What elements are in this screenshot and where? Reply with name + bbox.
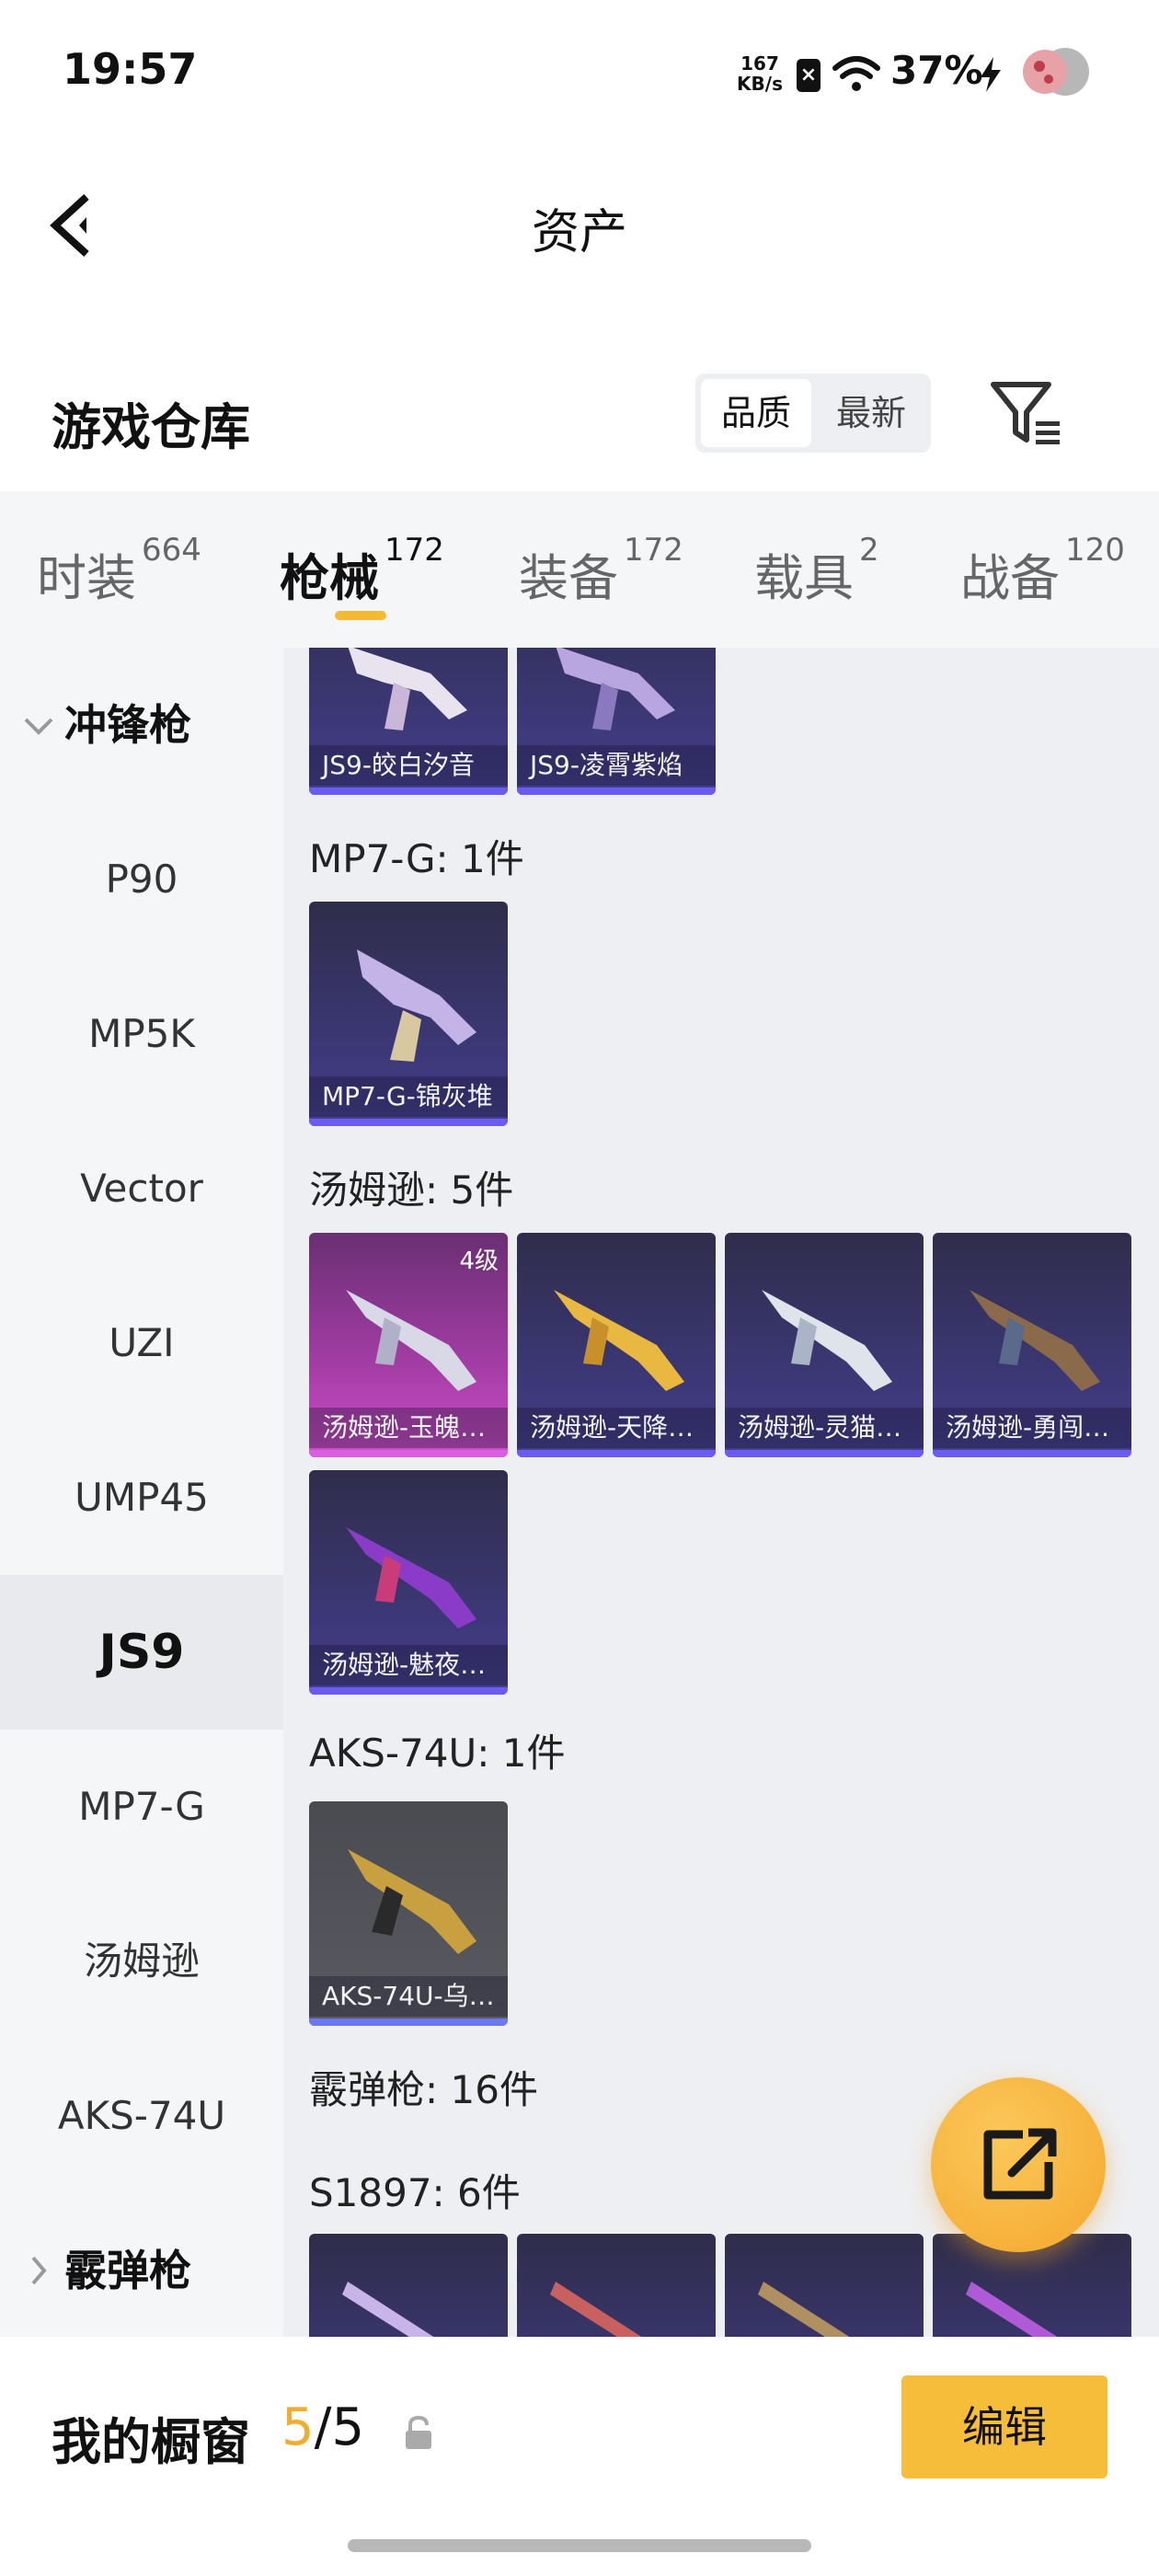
weapon-card[interactable]: MP7-G-锦灰堆 [309,902,508,1126]
tab-equipment-count: 172 [624,532,683,569]
weapon-image [762,1290,892,1391]
tab-gear-label: 战备 [960,549,1060,607]
showcase-count-separator: / [314,2398,332,2457]
weapon-image [758,2282,850,2337]
weapon-image [550,2282,642,2337]
chevron-right-icon [31,2256,47,2285]
sort-by-quality-button[interactable]: 品质 [701,379,811,447]
weapon-name: JS9-皎白汐音 [309,745,508,786]
weapon-image [346,1527,476,1628]
weapon-card[interactable]: 汤姆逊-魅夜狂花 [309,1470,508,1695]
weapon-image [970,1290,1100,1391]
weapon-card[interactable]: JS9-皎白汐音 [309,648,508,795]
weapon-card[interactable]: 汤姆逊-天降神兵 [517,1233,716,1457]
edit-button[interactable]: 编辑 [901,2375,1107,2478]
section-label-mp7g: MP7-G: 1件 [309,836,524,881]
weapon-image [348,1849,476,1954]
battery-percentage: 37% [890,48,983,93]
active-tab-indicator [335,611,386,620]
tab-equipment[interactable]: 装备 172 [519,532,683,610]
weapon-name: JS9-凌霄紫焰 [517,745,716,786]
avatar[interactable] [1019,42,1093,101]
weapon-name: MP7-G-锦灰堆 [309,1076,508,1117]
chevron-down-icon [24,718,53,735]
sidebar-item-uzi[interactable]: UZI [0,1266,283,1420]
section-label-s1897: S1897: 6件 [309,2170,521,2215]
share-button[interactable] [931,2077,1106,2252]
weapon-name: 汤姆逊-灵猫幻影 [725,1408,924,1448]
sidebar-item-vector[interactable]: Vector [0,1111,283,1266]
network-speed-value: 167 [740,52,779,75]
weapon-card[interactable] [309,2234,508,2337]
home-indicator [348,2539,811,2552]
network-speed: 167 KB/s [734,53,786,94]
tab-gear-count: 120 [1065,532,1125,569]
sidebar-item-aks74u[interactable]: AKS-74U [0,2039,283,2193]
status-time: 19:57 [63,44,198,94]
section-label-thompson: 汤姆逊: 5件 [309,1167,514,1213]
weapon-card[interactable]: 汤姆逊-勇闯天涯 [933,1233,1131,1457]
network-speed-unit: KB/s [737,73,783,95]
tab-vehicles[interactable]: 载具 2 [754,532,879,610]
weapon-name: 汤姆逊-玉魄冰晶 [309,1408,508,1448]
page-title: 资产 [531,205,627,260]
weapon-image [348,648,467,730]
showcase-title: 我的橱窗 [52,2413,250,2471]
sidebar-group-smg[interactable]: 冲锋枪 [0,648,283,802]
sim-off-icon: × [797,59,820,92]
tab-gear[interactable]: 战备 120 [960,532,1125,610]
wifi-icon [832,56,880,91]
showcase-count-total: 5 [331,2398,365,2457]
charge-icon [981,57,1001,92]
weapon-image [346,1290,476,1391]
tab-fashion-label: 时装 [37,549,136,607]
sidebar-group-shotgun-label: 霰弹枪 [64,2246,191,2295]
share-icon [983,2128,1057,2200]
lock-icon [406,2415,431,2449]
weapon-card[interactable]: AKS-74U-乌金墨影 [309,1801,508,2026]
weapon-card[interactable] [517,2234,716,2337]
sidebar-group-smg-label: 冲锋枪 [64,700,191,750]
warehouse-title: 游戏仓库 [52,398,250,456]
weapon-card[interactable] [725,2234,924,2337]
weapon-image [966,2282,1058,2337]
weapon-image [554,1290,684,1391]
tab-fashion-count: 664 [142,532,201,569]
tab-equipment-label: 装备 [519,549,618,607]
sidebar-item-mp5k[interactable]: MP5K [0,957,283,1111]
showcase-count-current: 5 [281,2398,315,2457]
weapon-card[interactable]: 汤姆逊-灵猫幻影 [725,1233,924,1457]
sidebar-item-p90[interactable]: P90 [0,802,283,957]
weapon-category-sidebar: 冲锋枪 P90 MP5K Vector UZI UMP45 JS9 MP7-G … [0,648,283,2337]
tab-fashion[interactable]: 时装 664 [37,532,201,610]
showcase-count: 5/5 [281,2398,364,2457]
weapon-name: AKS-74U-乌金墨影 [309,1976,508,2017]
section-label-shotgun: 霰弹枪: 16件 [309,2067,538,2112]
sidebar-item-ump45[interactable]: UMP45 [0,1420,283,1575]
weapon-card[interactable]: 4级 汤姆逊-玉魄冰晶 [309,1233,508,1457]
weapon-name: 汤姆逊-天降神兵 [517,1408,716,1448]
tab-firearms-count: 172 [384,532,444,569]
weapon-name: 汤姆逊-勇闯天涯 [933,1408,1131,1448]
weapon-image [357,949,476,1062]
weapon-name: 汤姆逊-魅夜狂花 [309,1645,508,1685]
tab-firearms-label: 枪械 [280,549,379,607]
sidebar-group-shotgun[interactable]: 霰弹枪 [0,2193,283,2348]
weapon-card[interactable]: JS9-凌霄紫焰 [517,648,716,795]
section-label-aks74u: AKS-74U: 1件 [309,1731,566,1776]
tab-vehicles-count: 2 [859,532,879,569]
weapon-image [342,2282,434,2337]
sidebar-item-js9[interactable]: JS9 [0,1575,283,1730]
tab-firearms[interactable]: 枪械 172 [280,532,444,610]
weapon-image [556,648,675,730]
sort-by-newest-button[interactable]: 最新 [817,379,925,447]
tab-vehicles-label: 载具 [754,549,854,607]
sidebar-item-mp7g[interactable]: MP7-G [0,1730,283,1884]
filter-icon[interactable] [990,379,1063,449]
sidebar-item-thompson[interactable]: 汤姆逊 [0,1884,283,2039]
